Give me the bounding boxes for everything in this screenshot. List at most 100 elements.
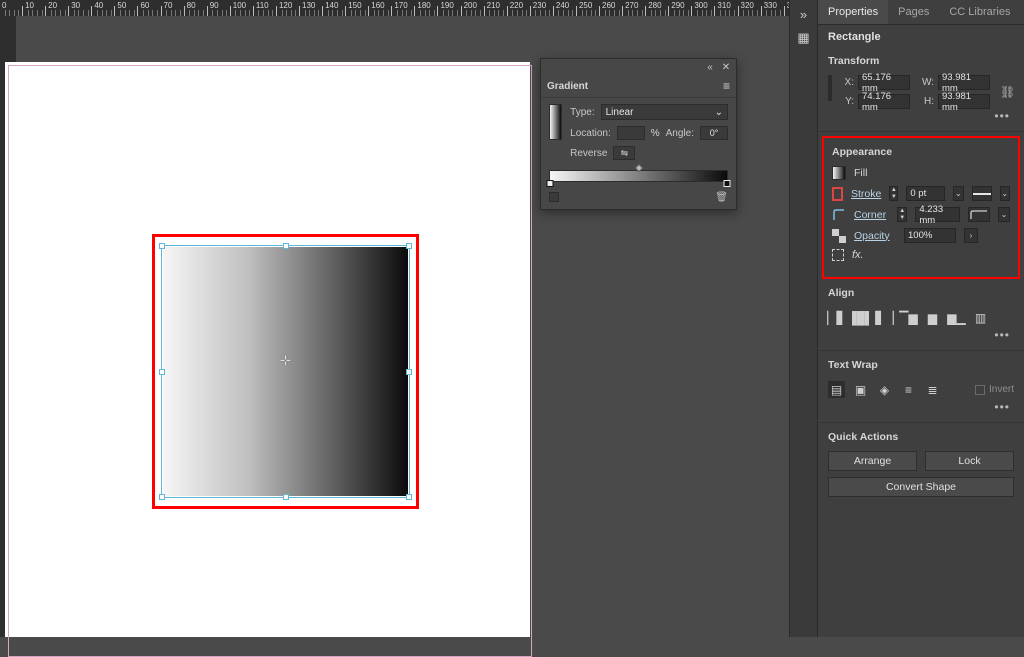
text-wrap-title: Text Wrap <box>828 359 1014 371</box>
stroke-weight-stepper[interactable]: ▲▼ <box>889 186 898 201</box>
wrap-jump-icon[interactable]: ≡ <box>900 381 917 398</box>
align-top-icon[interactable]: ▔▆ <box>900 309 917 326</box>
w-input[interactable]: 93.981 mm <box>938 75 990 90</box>
convert-shape-button[interactable]: Convert Shape <box>828 477 1014 497</box>
panel-close-icon[interactable]: ✕ <box>720 61 732 73</box>
dock-collapse-icon[interactable]: » <box>796 6 812 22</box>
panel-collapse-icon[interactable]: « <box>704 61 716 73</box>
corner-shape-dropdown[interactable]: ⌄ <box>998 207 1010 222</box>
trash-icon[interactable]: 🗑 <box>715 192 728 203</box>
fx-button[interactable]: fx. <box>852 249 864 261</box>
y-input[interactable]: 74.176 mm <box>858 94 910 109</box>
resize-handle-tr[interactable] <box>406 243 412 249</box>
resize-handle-tl[interactable] <box>159 243 165 249</box>
panel-menu-icon[interactable]: ≡ <box>723 79 730 93</box>
tutorial-highlight-rectangle: ✛ <box>152 234 419 509</box>
appearance-title: Appearance <box>832 146 1010 158</box>
align-more-options[interactable]: ••• <box>828 328 1014 342</box>
h-input[interactable]: 93.981 mm <box>938 94 990 109</box>
opacity-input[interactable]: 100% <box>904 228 956 243</box>
opacity-more[interactable]: › <box>964 228 978 243</box>
selection-bounds[interactable]: ✛ <box>161 245 410 498</box>
text-wrap-section: Text Wrap ▤ ▣ ◈ ≡ ≣ Invert ••• <box>818 351 1024 423</box>
appearance-section: Appearance Fill Stroke ▲▼ 0 pt ⌄ ⌄ Corne… <box>822 136 1020 279</box>
wrap-invert-checkbox[interactable] <box>975 385 985 395</box>
properties-tabs: Properties Pages CC Libraries <box>818 0 1024 25</box>
wrap-bounding-icon[interactable]: ▣ <box>852 381 869 398</box>
selected-object-type: Rectangle <box>818 25 1024 47</box>
gradient-angle-label: Angle: <box>666 128 694 139</box>
wrap-shape-icon[interactable]: ◈ <box>876 381 893 398</box>
stroke-style-swatch[interactable] <box>972 186 992 201</box>
opacity-icon <box>832 229 846 243</box>
tab-cc-libraries[interactable]: CC Libraries <box>939 0 1020 24</box>
gradient-ramp[interactable] <box>549 170 728 182</box>
corner-label[interactable]: Corner <box>854 209 889 221</box>
x-input[interactable]: 65.176 mm <box>858 75 910 90</box>
align-section: Align ▏▋ ▐█▌ ▋▕ ▔▆ ▆ ▆▁ ▥ ••• <box>818 279 1024 351</box>
selected-rectangle[interactable] <box>163 247 408 496</box>
gradient-stop-end[interactable] <box>724 180 731 187</box>
align-hcenter-icon[interactable]: ▐█▌ <box>852 309 869 326</box>
constrain-proportions-icon[interactable]: ⛓ <box>1000 85 1014 99</box>
corner-stepper[interactable]: ▲▼ <box>897 207 907 222</box>
stroke-weight-dropdown[interactable]: ⌄ <box>953 186 963 201</box>
dock-icon-strip: » ▦ <box>790 0 818 637</box>
fill-label[interactable]: Fill <box>854 167 896 179</box>
align-vcenter-icon[interactable]: ▆ <box>924 309 941 326</box>
gradient-location-unit: % <box>651 128 660 139</box>
stroke-swatch-icon[interactable] <box>832 187 843 201</box>
transform-section: Transform X: 65.176 mm Y: 74.176 mm W: 93.9… <box>818 47 1024 132</box>
align-right-icon[interactable]: ▋▕ <box>876 309 893 326</box>
align-left-icon[interactable]: ▏▋ <box>828 309 845 326</box>
align-to-icon[interactable]: ▥ <box>972 309 989 326</box>
resize-handle-mr[interactable] <box>406 369 412 375</box>
tab-properties[interactable]: Properties <box>818 0 888 24</box>
transform-more-options[interactable]: ••• <box>828 109 1014 123</box>
align-title: Align <box>828 287 1014 299</box>
fill-swatch-icon[interactable] <box>832 166 846 180</box>
resize-handle-tm[interactable] <box>283 243 289 249</box>
gradient-type-select[interactable]: Linear ⌄ <box>601 104 728 120</box>
corner-input[interactable]: 4.233 mm <box>915 207 960 222</box>
gradient-location-value[interactable] <box>617 126 645 140</box>
lock-button[interactable]: Lock <box>925 451 1014 471</box>
tab-pages[interactable]: Pages <box>888 0 939 24</box>
reverse-icon: ⇋ <box>621 148 629 159</box>
gradient-angle-value[interactable]: 0° <box>700 126 728 140</box>
gradient-preview-swatch[interactable] <box>549 104 562 140</box>
align-bottom-icon[interactable]: ▆▁ <box>948 309 965 326</box>
right-dock: » ▦ Properties Pages CC Libraries Rectan… <box>789 0 1024 637</box>
corner-shape-swatch[interactable] <box>968 207 990 222</box>
effects-target-icon[interactable] <box>832 249 844 261</box>
gradient-stop-color-swatch[interactable] <box>549 192 559 202</box>
h-label: H: <box>920 96 934 107</box>
stroke-weight-input[interactable]: 0 pt <box>906 186 945 201</box>
gradient-location-label: Location: <box>570 128 611 139</box>
reference-point-grid[interactable] <box>828 75 832 101</box>
quick-actions-title: Quick Actions <box>828 431 1014 443</box>
wrap-jump-column-icon[interactable]: ≣ <box>924 381 941 398</box>
opacity-label[interactable]: Opacity <box>854 230 896 242</box>
wrap-none-icon[interactable]: ▤ <box>828 381 845 398</box>
resize-handle-br[interactable] <box>406 494 412 500</box>
center-crosshair-icon: ✛ <box>280 353 292 370</box>
gradient-reverse-button[interactable]: ⇋ <box>613 146 635 160</box>
w-label: W: <box>920 77 934 88</box>
resize-handle-bm[interactable] <box>283 494 289 500</box>
text-wrap-more-options[interactable]: ••• <box>828 400 1014 414</box>
resize-handle-ml[interactable] <box>159 369 165 375</box>
gradient-stop-start[interactable] <box>547 180 554 187</box>
gradient-panel-title: Gradient <box>547 81 588 92</box>
transform-title: Transform <box>828 55 1014 67</box>
stroke-style-dropdown[interactable]: ⌄ <box>1000 186 1010 201</box>
gradient-type-label: Type: <box>570 107 594 118</box>
properties-panel-icon[interactable]: ▦ <box>796 30 812 46</box>
gradient-type-value: Linear <box>606 107 634 118</box>
gradient-panel[interactable]: « ✕ Gradient ≡ Type: Linear ⌄ Location: … <box>540 58 737 210</box>
resize-handle-bl[interactable] <box>159 494 165 500</box>
x-label: X: <box>840 77 854 88</box>
y-label: Y: <box>840 96 854 107</box>
stroke-label[interactable]: Stroke <box>851 188 881 200</box>
arrange-button[interactable]: Arrange <box>828 451 917 471</box>
